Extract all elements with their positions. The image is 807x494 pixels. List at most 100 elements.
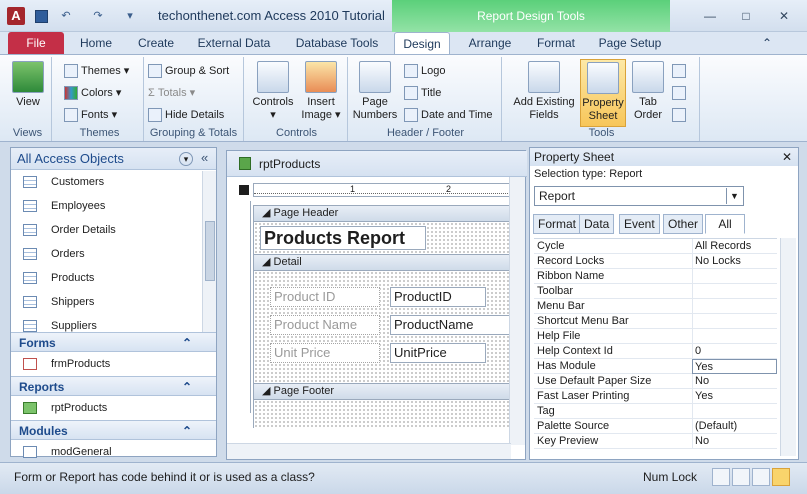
- report-tab[interactable]: rptProducts: [227, 151, 527, 177]
- tab-event-props[interactable]: Event: [619, 214, 660, 234]
- minimize-button[interactable]: —: [700, 8, 720, 24]
- property-value[interactable]: (Default): [692, 419, 777, 434]
- property-value[interactable]: All Records: [692, 239, 777, 254]
- add-existing-fields-button[interactable]: Add Existing Fields: [508, 59, 580, 122]
- property-row[interactable]: Toolbar: [534, 284, 777, 299]
- field-textbox[interactable]: ProductName: [390, 315, 510, 335]
- report-selector[interactable]: [239, 185, 249, 195]
- view-code-icon[interactable]: [672, 83, 689, 103]
- tab-database-tools[interactable]: Database Tools: [290, 32, 384, 54]
- scroll-thumb[interactable]: [205, 221, 215, 281]
- property-row[interactable]: Record Locks No Locks: [534, 254, 777, 269]
- group-sort-button[interactable]: Group & Sort: [148, 61, 229, 81]
- list-item[interactable]: modGeneral: [11, 440, 216, 464]
- field-textbox[interactable]: ProductID: [390, 287, 486, 307]
- property-row[interactable]: Fast Laser Printing Yes: [534, 389, 777, 404]
- list-item[interactable]: rptProducts: [11, 396, 216, 420]
- chevron-down-icon[interactable]: ▼: [726, 188, 742, 204]
- report-view-button[interactable]: [712, 468, 730, 486]
- list-item[interactable]: Shippers: [11, 290, 216, 314]
- tab-file[interactable]: File: [8, 32, 64, 54]
- nav-scrollbar[interactable]: [202, 171, 216, 333]
- collapse-icon[interactable]: ⌃: [182, 421, 192, 441]
- property-row[interactable]: Palette Source (Default): [534, 419, 777, 434]
- report-title-label[interactable]: Products Report: [260, 226, 426, 250]
- property-row[interactable]: Has Module Yes: [534, 359, 777, 374]
- list-item[interactable]: Suppliers: [11, 314, 216, 332]
- list-item[interactable]: Employees: [11, 194, 216, 218]
- property-row[interactable]: Use Default Paper Size No: [534, 374, 777, 389]
- close-button[interactable]: ✕: [774, 8, 794, 24]
- tab-format-props[interactable]: Format: [533, 214, 582, 234]
- logo-button[interactable]: Logo: [404, 61, 445, 81]
- property-value[interactable]: [692, 404, 777, 419]
- property-value[interactable]: No: [692, 374, 777, 389]
- view-button[interactable]: View: [8, 59, 48, 109]
- field-textbox[interactable]: UnitPrice: [390, 343, 486, 363]
- tab-external-data[interactable]: External Data: [192, 32, 276, 54]
- property-value[interactable]: [692, 284, 777, 299]
- tab-create[interactable]: Create: [130, 32, 182, 54]
- property-value[interactable]: Yes: [692, 389, 777, 404]
- property-value[interactable]: No: [692, 434, 777, 449]
- access-app-icon[interactable]: A: [7, 7, 25, 25]
- object-selector[interactable]: Report ▼: [534, 186, 744, 206]
- list-item[interactable]: Products: [11, 266, 216, 290]
- maximize-button[interactable]: □: [736, 8, 756, 24]
- collapse-icon[interactable]: ⌃: [182, 377, 192, 397]
- nav-section-reports[interactable]: Reports ⌃: [11, 376, 216, 396]
- property-sheet-button[interactable]: Property Sheet: [580, 59, 626, 127]
- tab-arrange[interactable]: Arrange: [462, 32, 518, 54]
- list-item[interactable]: Orders: [11, 242, 216, 266]
- field-label[interactable]: Product ID: [270, 287, 380, 307]
- property-row[interactable]: Help File: [534, 329, 777, 344]
- controls-button[interactable]: Controls ▾: [248, 59, 298, 122]
- property-row[interactable]: Tag: [534, 404, 777, 419]
- tab-data-props[interactable]: Data: [579, 214, 615, 234]
- property-row[interactable]: Shortcut Menu Bar: [534, 314, 777, 329]
- detail-bar[interactable]: ◢ Detail: [253, 254, 513, 271]
- shutter-bar-close-icon[interactable]: «: [201, 150, 208, 165]
- property-row[interactable]: Key Preview No: [534, 434, 777, 449]
- convert-macros-icon[interactable]: [672, 105, 689, 125]
- report-vertical-scrollbar[interactable]: [509, 177, 525, 445]
- title-button[interactable]: Title: [404, 83, 441, 103]
- insert-image-button[interactable]: Insert Image ▾: [298, 59, 344, 122]
- fonts-button[interactable]: Fonts ▾: [64, 105, 117, 125]
- themes-button[interactable]: Themes ▾: [64, 61, 129, 81]
- layout-view-button[interactable]: [752, 468, 770, 486]
- property-scrollbar[interactable]: [780, 238, 796, 456]
- tab-other-props[interactable]: Other: [663, 214, 704, 234]
- minimize-ribbon-icon[interactable]: ⌃: [760, 32, 774, 54]
- page-numbers-button[interactable]: Page Numbers: [352, 59, 398, 122]
- nav-section-modules[interactable]: Modules ⌃: [11, 420, 216, 440]
- property-value[interactable]: [692, 314, 777, 329]
- property-value[interactable]: 0: [692, 344, 777, 359]
- property-row[interactable]: Menu Bar: [534, 299, 777, 314]
- subform-icon[interactable]: [672, 61, 689, 81]
- date-time-button[interactable]: Date and Time: [404, 105, 493, 125]
- tab-all-props[interactable]: All: [705, 214, 745, 234]
- tab-home[interactable]: Home: [72, 32, 120, 54]
- property-value[interactable]: [692, 269, 777, 284]
- tab-order-button[interactable]: Tab Order: [628, 59, 668, 122]
- totals-button[interactable]: Σ Totals ▾: [148, 83, 195, 103]
- report-horizontal-scrollbar[interactable]: [227, 443, 511, 459]
- field-label[interactable]: Product Name: [270, 315, 380, 335]
- undo-icon[interactable]: ↶: [58, 9, 74, 23]
- property-value[interactable]: Yes: [692, 359, 777, 374]
- design-view-button[interactable]: [772, 468, 790, 486]
- property-row[interactable]: Help Context Id 0: [534, 344, 777, 359]
- property-value[interactable]: [692, 329, 777, 344]
- close-icon[interactable]: ✕: [782, 148, 792, 166]
- tab-page-setup[interactable]: Page Setup: [594, 32, 666, 54]
- list-item[interactable]: Order Details: [11, 218, 216, 242]
- tab-format[interactable]: Format: [528, 32, 584, 54]
- colors-button[interactable]: Colors ▾: [64, 83, 121, 103]
- save-icon[interactable]: [35, 10, 48, 23]
- tab-design[interactable]: Design: [394, 32, 450, 54]
- field-label[interactable]: Unit Price: [270, 343, 380, 363]
- print-preview-button[interactable]: [732, 468, 750, 486]
- page-footer-bar[interactable]: ◢ Page Footer: [253, 383, 513, 400]
- page-header-bar[interactable]: ◢ Page Header: [253, 205, 513, 222]
